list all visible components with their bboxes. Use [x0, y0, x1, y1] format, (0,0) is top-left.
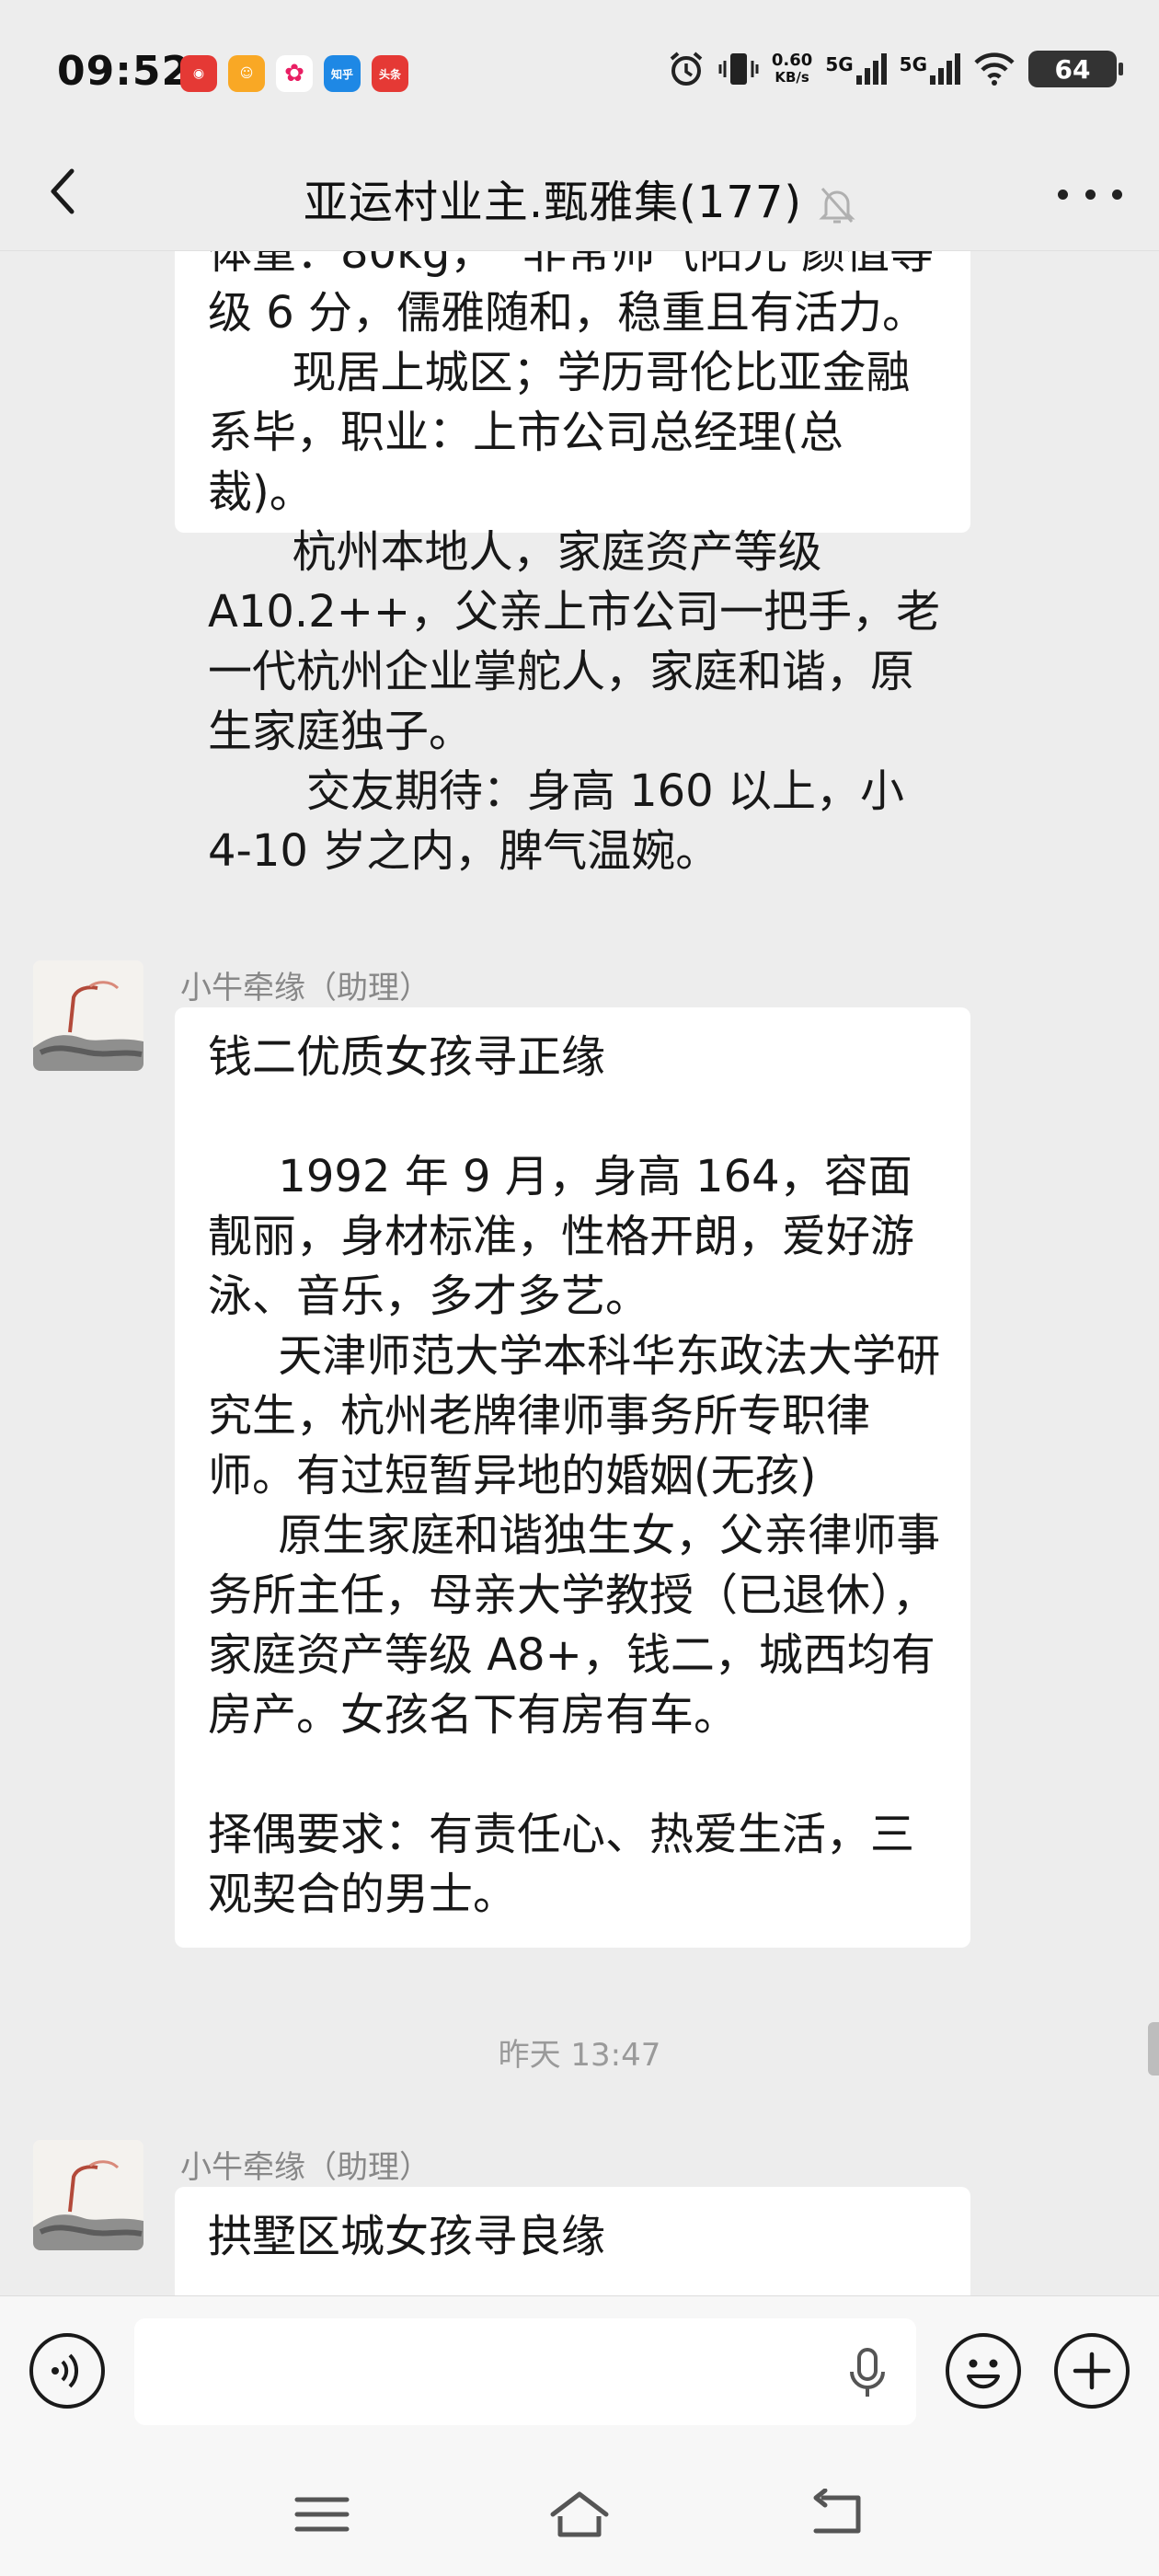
chat-title-text: 亚运村业主.甄雅集(177)	[303, 177, 803, 228]
avatar[interactable]	[33, 960, 143, 1071]
wifi-icon	[974, 52, 1015, 86]
netease-music-icon: ◉	[180, 55, 217, 92]
battery-level: 64	[1054, 53, 1091, 85]
avatar[interactable]	[33, 2140, 143, 2250]
chat-header: 亚运村业主.甄雅集(177)	[0, 138, 1159, 251]
message-bubble[interactable]: 钱二优质女孩寻正缘 1992 年 9 月，身高 164，容面靓丽，身材标准，性格…	[175, 1007, 970, 1948]
message-bubble[interactable]: 拱墅区城女孩寻良缘	[175, 2187, 970, 2295]
more-options-icon[interactable]	[1058, 171, 1122, 217]
scrollbar[interactable]	[1148, 2022, 1159, 2076]
zhihu-icon: 知乎	[324, 55, 361, 92]
message-list[interactable]: 体重：80kg， 非常帅气阳光 颜值等级 6 分，儒雅随和，稳重且有活力。 现居…	[0, 251, 1159, 2295]
clock: 09:52	[57, 48, 191, 95]
alarm-icon	[670, 52, 703, 86]
message-bubble[interactable]: 体重：80kg， 非常帅气阳光 颜值等级 6 分，儒雅随和，稳重且有活力。 现居…	[175, 251, 970, 877]
message-input[interactable]	[134, 2318, 916, 2425]
system-icons: 0.60 KB/s 5G 5G 64	[667, 50, 1123, 88]
vibrate-icon	[718, 53, 759, 85]
system-nav-bar	[0, 2452, 1159, 2576]
microphone-icon[interactable]	[846, 2346, 889, 2401]
signal-bars-icon	[855, 53, 887, 85]
voice-mode-button[interactable]	[29, 2333, 105, 2409]
photos-icon: ✿	[276, 55, 313, 92]
message-text: 体重：80kg， 非常帅气阳光 颜值等级 6 分，儒雅随和，稳重且有活力。 现居…	[208, 251, 941, 877]
battery-icon: 64	[1028, 51, 1123, 87]
sender-name: 小牛牵缘（助理）	[180, 2149, 430, 2186]
emoji-button[interactable]	[946, 2333, 1021, 2409]
sender-name: 小牛牵缘（助理）	[180, 970, 430, 1006]
chat-title: 亚运村业主.甄雅集(177)	[0, 166, 1159, 230]
message-text: 拱墅区城女孩寻良缘	[208, 2211, 606, 2262]
more-actions-button[interactable]	[1054, 2333, 1130, 2409]
notification-icons: ◉ ☺ ✿ 知乎 头条	[180, 55, 408, 92]
message-text: 钱二优质女孩寻正缘 1992 年 9 月，身高 164，容面靓丽，身材标准，性格…	[208, 1031, 941, 1920]
home-icon[interactable]	[547, 2489, 612, 2540]
input-bar	[0, 2295, 1159, 2453]
ink-painting-avatar-icon	[33, 2140, 143, 2250]
signal-5g-1: 5G	[825, 53, 887, 85]
plus-icon	[1073, 2352, 1111, 2390]
signal-label: 5G	[825, 53, 854, 75]
voice-wave-icon	[52, 2353, 79, 2388]
signal-5g-2: 5G	[900, 53, 960, 85]
back-nav-icon[interactable]	[805, 2489, 869, 2540]
network-speed-unit: KB/s	[775, 69, 809, 86]
status-bar: 09:52 ◉ ☺ ✿ 知乎 头条 0.60 KB/s 5G 5G 64	[0, 0, 1159, 138]
signal-bars-icon	[930, 53, 960, 85]
network-speed: 0.60 KB/s	[772, 52, 812, 86]
mute-bell-icon	[819, 188, 855, 224]
menu-icon[interactable]	[290, 2489, 354, 2540]
toutiao-icon: 头条	[372, 55, 408, 92]
smiley-icon	[967, 2359, 1000, 2389]
dog-app-icon: ☺	[228, 55, 265, 92]
network-speed-value: 0.60	[771, 51, 813, 70]
ink-painting-avatar-icon	[33, 960, 143, 1071]
signal-label: 5G	[899, 53, 927, 75]
timestamp: 昨天 13:47	[498, 2037, 661, 2074]
